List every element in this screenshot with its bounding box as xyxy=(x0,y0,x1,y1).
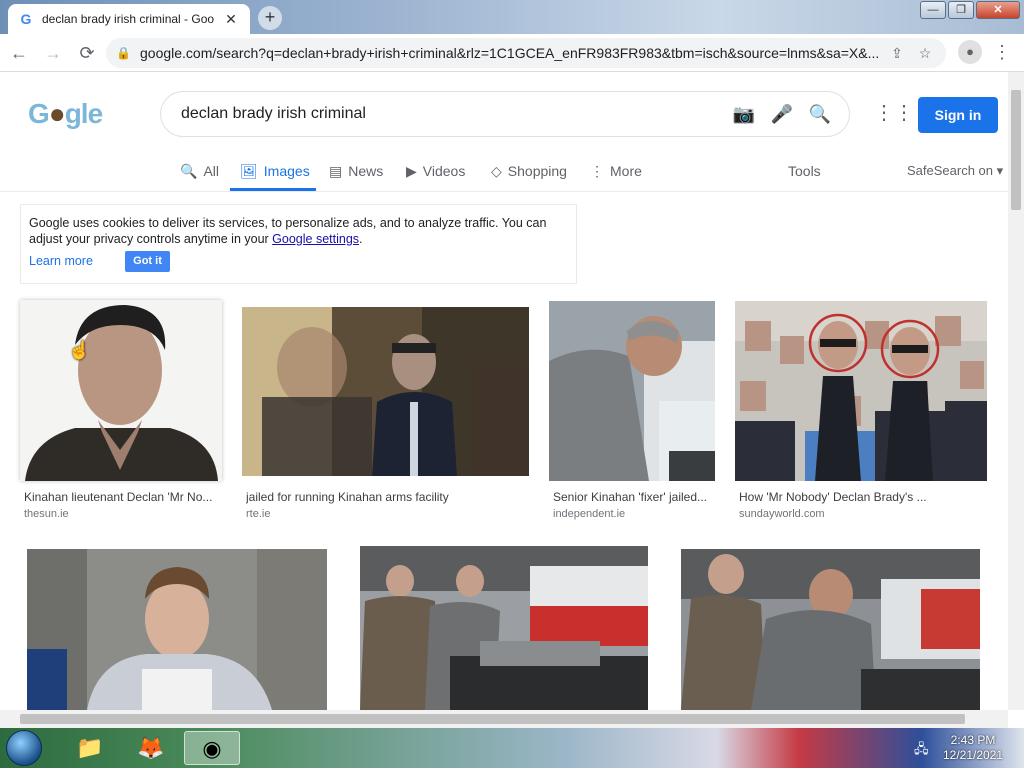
tab-shopping[interactable]: ◇ Shopping xyxy=(491,160,567,182)
browser-menu-icon[interactable]: ⋮ xyxy=(992,40,1012,64)
sign-in-button[interactable]: Sign in xyxy=(918,97,998,133)
camera-icon[interactable]: 📷 xyxy=(729,104,759,125)
tab-label: All xyxy=(203,163,219,179)
new-tab-button[interactable]: + xyxy=(258,6,282,30)
tag-icon: ◇ xyxy=(491,162,502,179)
result-source[interactable]: sundayworld.com xyxy=(739,508,825,520)
vertical-scrollbar[interactable] xyxy=(1008,72,1024,710)
result-caption[interactable]: How 'Mr Nobody' Declan Brady's ... xyxy=(739,490,987,504)
image-result-thumbnail[interactable] xyxy=(735,301,987,481)
tools-button[interactable]: Tools xyxy=(788,160,821,182)
start-button[interactable] xyxy=(6,730,42,766)
search-icon: 🔍 xyxy=(180,162,198,179)
chrome-icon[interactable]: ◉ xyxy=(184,731,240,765)
result-caption[interactable]: Senior Kinahan 'fixer' jailed... xyxy=(553,490,715,504)
forward-button[interactable]: → xyxy=(38,38,68,68)
tab-title: declan brady irish criminal - Goo xyxy=(42,12,215,26)
result-caption[interactable]: Kinahan lieutenant Declan 'Mr No... xyxy=(24,490,220,504)
tab-images[interactable]: 🖼 Images xyxy=(240,160,310,182)
result-source[interactable]: rte.ie xyxy=(246,508,270,520)
bookmark-star-icon[interactable]: ☆ xyxy=(914,45,936,62)
man-by-car-photo xyxy=(549,301,715,481)
browser-window: G declan brady irish criminal - Goo ✕ + … xyxy=(0,0,1024,730)
network-icon[interactable]: 🖧 xyxy=(914,740,929,762)
young-man-photo xyxy=(27,549,327,710)
tab-close-icon[interactable]: ✕ xyxy=(222,11,240,28)
image-result-thumbnail[interactable] xyxy=(27,549,327,710)
search-box[interactable]: declan brady irish criminal 📷 🎤 🔍 xyxy=(160,91,850,137)
share-icon[interactable]: ⇪ xyxy=(886,45,908,62)
logo-doodle-icon: ● xyxy=(48,98,66,129)
window-close-button[interactable]: ✕ xyxy=(976,1,1020,19)
tab-label: Images xyxy=(263,163,310,179)
cookie-notice: Google uses cookies to deliver its servi… xyxy=(20,204,577,284)
microphone-icon[interactable]: 🎤 xyxy=(767,104,797,125)
active-tab-underline xyxy=(230,188,316,191)
video-icon: ▶ xyxy=(406,162,417,179)
address-bar[interactable]: 🔒 google.com/search?q=declan+brady+irish… xyxy=(106,38,946,68)
result-source[interactable]: independent.ie xyxy=(553,508,625,520)
system-clock[interactable]: 2:43 PM 12/21/2021 xyxy=(940,733,1006,763)
back-button[interactable]: ← xyxy=(4,38,34,68)
news-icon: ▤ xyxy=(329,162,343,179)
tab-label: News xyxy=(348,163,384,179)
tab-strip: G declan brady irish criminal - Goo ✕ + … xyxy=(0,0,1024,34)
reload-button[interactable]: ⟳ xyxy=(72,38,102,68)
got-it-button[interactable]: Got it xyxy=(125,251,170,272)
logo-letters: gle xyxy=(64,98,103,129)
image-result-thumbnail[interactable] xyxy=(549,301,715,481)
crowd-photo xyxy=(735,301,987,481)
image-result-thumbnail[interactable] xyxy=(360,546,648,710)
tab-label: More xyxy=(610,163,642,179)
tab-more[interactable]: ⋮ More xyxy=(590,160,642,182)
tab-label: Videos xyxy=(422,163,466,179)
google-settings-link[interactable]: Google settings xyxy=(272,232,359,246)
learn-more-link[interactable]: Learn more xyxy=(29,253,93,269)
horizontal-scrollbar[interactable] xyxy=(0,710,1008,728)
apps-grid-icon[interactable]: ⋮⋮ xyxy=(874,101,914,125)
google-logo[interactable]: G●gle xyxy=(28,98,103,130)
minimize-button[interactable]: — xyxy=(920,1,946,19)
scrollbar-thumb[interactable] xyxy=(1011,90,1021,210)
search-type-tabs: 🔍 All 🖼 Images ▤ News ▶ Videos ◇ Shoppin… xyxy=(0,150,1008,192)
search-icon[interactable]: 🔍 xyxy=(805,104,835,125)
street-photo xyxy=(242,307,529,476)
image-result-thumbnail[interactable] xyxy=(242,307,529,476)
man-at-car-photo xyxy=(681,549,980,710)
result-caption[interactable]: jailed for running Kinahan arms facility xyxy=(246,490,526,504)
url-text: google.com/search?q=declan+brady+irish+c… xyxy=(140,45,880,61)
tab-all[interactable]: 🔍 All xyxy=(180,160,219,182)
portrait-photo xyxy=(20,300,222,481)
browser-tab[interactable]: G declan brady irish criminal - Goo ✕ xyxy=(8,4,250,34)
clock-date: 12/21/2021 xyxy=(942,748,1004,762)
image-result-thumbnail[interactable] xyxy=(681,549,980,710)
windows-taskbar: 📁 🦊 ◉ 🖧 2:43 PM 12/21/2021 xyxy=(0,728,1024,768)
scrollbar-thumb[interactable] xyxy=(20,714,965,724)
safesearch-toggle[interactable]: SafeSearch on ▾ xyxy=(907,160,1003,182)
browser-toolbar: ← → ⟳ 🔒 google.com/search?q=declan+brady… xyxy=(0,34,1024,72)
more-vert-icon: ⋮ xyxy=(590,162,604,179)
tab-videos[interactable]: ▶ Videos xyxy=(406,160,465,182)
maximize-button[interactable]: ❐ xyxy=(948,1,974,19)
image-icon: 🖼 xyxy=(240,162,258,179)
window-controls: — ❐ ✕ xyxy=(920,1,1020,19)
lock-icon: 🔒 xyxy=(116,46,131,60)
mouse-pointer-icon: ☝ xyxy=(68,340,91,360)
tab-news[interactable]: ▤ News xyxy=(329,160,383,182)
car-park-photo xyxy=(360,546,648,710)
result-source[interactable]: thesun.ie xyxy=(24,508,69,520)
firefox-icon[interactable]: 🦊 xyxy=(123,731,179,765)
google-favicon-icon: G xyxy=(20,11,32,27)
clock-time: 2:43 PM xyxy=(950,733,996,747)
logo-letter-g: G xyxy=(28,98,50,129)
file-explorer-icon[interactable]: 📁 xyxy=(62,731,118,765)
tab-label: Shopping xyxy=(507,163,567,179)
search-query[interactable]: declan brady irish criminal xyxy=(181,105,721,123)
cookie-period: . xyxy=(359,232,363,246)
image-result-thumbnail[interactable] xyxy=(20,300,222,481)
profile-avatar-icon[interactable]: ● xyxy=(958,40,982,64)
